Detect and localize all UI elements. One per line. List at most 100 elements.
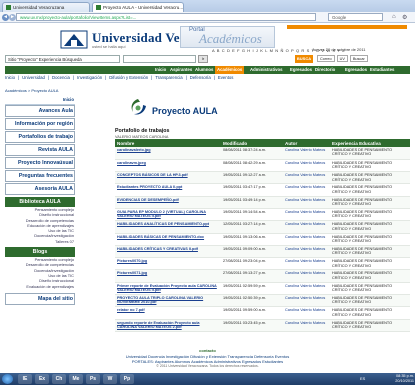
file-name-link[interactable]: EVIDENCIAS DE DESEMPEÑO.pdf xyxy=(115,196,221,209)
browser-tab[interactable]: Universidad Veracruzana xyxy=(2,2,90,12)
site-search-select[interactable]: Sitio "Proyecto" Experiencia Búsqueda xyxy=(5,55,120,63)
home-icon[interactable]: ⌂ xyxy=(392,14,396,20)
file-name-link[interactable]: HABILIDADES BÁSICAS DE PENSAMIENTO.doc xyxy=(115,233,221,246)
table-row[interactable]: carolinavalerio.jpg 08/08/2011 08:37:24 a… xyxy=(115,147,410,160)
language-indicator[interactable]: ES xyxy=(360,376,365,381)
browser-search-input[interactable]: Google xyxy=(328,13,383,21)
nav-link[interactable]: Difusión y Extensión xyxy=(109,75,148,80)
author-link[interactable]: Carolina Valerio Mateos xyxy=(283,269,330,283)
blog-link[interactable]: Evaluación de aprendizajes xyxy=(5,284,75,289)
column-header-modified[interactable]: Modificado xyxy=(221,139,283,147)
nav-link[interactable]: Defensoría xyxy=(190,75,211,80)
table-row[interactable]: segundo reporte de Evaluación Proyecto a… xyxy=(115,319,410,332)
author-link[interactable]: Carolina Valerio Mateos xyxy=(283,183,330,197)
start-button[interactable] xyxy=(2,374,13,384)
file-name-link[interactable]: CONCEPTOS BÁSICOS DE LA HP.3.pdf xyxy=(115,171,221,185)
portal-nav-item[interactable]: Directorio xyxy=(315,66,335,74)
sidebar-item[interactable]: Asesoría AULA xyxy=(5,183,75,195)
author-link[interactable]: Carolina Valerio Mateos xyxy=(283,319,330,332)
table-row[interactable]: Pictures0070.jpg 27/08/2011 09:23:04 p.m.… xyxy=(115,257,410,271)
file-name-link[interactable]: segundo reporte de Evaluación Proyecto a… xyxy=(115,319,221,332)
taskbar-app-icon[interactable]: IE xyxy=(18,374,32,384)
taskbar-app-icon[interactable]: Ex xyxy=(35,374,49,384)
footer-contact-link[interactable]: contacto xyxy=(0,348,415,353)
author-link[interactable]: Carolina Valerio Mateos xyxy=(283,147,330,160)
gear-icon[interactable]: ⚙ xyxy=(402,14,407,21)
system-clock[interactable]: 08:35 p.m. 20/10/2011 xyxy=(382,374,414,384)
author-link[interactable]: Carolina Valerio Mateos xyxy=(283,171,330,185)
quick-input[interactable]: UV xyxy=(336,55,348,62)
author-link[interactable]: Carolina Valerio Mateos xyxy=(283,306,330,320)
table-row[interactable]: HABILIDADES BÁSICAS DE PENSAMIENTO.doc 19… xyxy=(115,233,410,246)
file-name-link[interactable]: HABILIDADES ANALÍTICAS DE PENSAMIENTO.pp… xyxy=(115,220,221,234)
busca-button[interactable]: BUSCA xyxy=(295,55,313,63)
table-row[interactable]: GUIA PARA EP MODULO 2 (VIRTUAL) CAROLINA… xyxy=(115,208,410,222)
table-row[interactable]: CONCEPTOS BÁSICOS DE LA HP.3.pdf 19/05/20… xyxy=(115,171,410,185)
table-row[interactable]: HABILIDADES CRÍTICAS Y CREATIVAS II.pdf 1… xyxy=(115,245,410,259)
table-row[interactable]: PROYECTO AULA TRIPLO CAROLINA VALERIO NO… xyxy=(115,294,410,308)
sidebar-item-mapa[interactable]: Mapa del sitio xyxy=(5,292,75,305)
alphabet-index[interactable]: A B C D E F G H I J K L M N Ñ O P Q R S … xyxy=(212,48,345,53)
author-link[interactable]: Carolina Valerio Mateos xyxy=(283,196,330,209)
file-name-link[interactable]: Pictures0070.jpg xyxy=(115,257,221,271)
portal-nav-item[interactable]: Egresados xyxy=(290,66,312,74)
portal-nav-item[interactable]: Inicio xyxy=(155,66,166,74)
taskbar-app-icon[interactable]: Pp xyxy=(120,374,134,384)
file-name-link[interactable]: GUIA PARA EP MODULO 2 (VIRTUAL) CAROLINA… xyxy=(115,208,221,222)
author-link[interactable]: Carolina Valerio Mateos xyxy=(283,294,330,308)
url-field[interactable]: www.uv.mx/proyecto-aula/portafolio/ViewI… xyxy=(16,13,316,21)
nav-link[interactable]: Docencia xyxy=(52,75,70,80)
site-search-input[interactable] xyxy=(123,55,196,63)
author-link[interactable]: Carolina Valerio Mateos xyxy=(283,220,330,234)
author-link[interactable]: Carolina Valerio Mateos xyxy=(283,282,330,296)
breadcrumb[interactable]: Académicos > Proyecto AULA xyxy=(5,88,58,93)
table-row[interactable]: Primer reporte de Evaluación Proyecto au… xyxy=(115,282,410,296)
file-name-link[interactable]: relator no 7.pdf xyxy=(115,306,221,320)
column-header-author[interactable]: Autor xyxy=(283,139,330,147)
taskbar-app-icon[interactable]: Me xyxy=(69,374,83,384)
file-name-link[interactable]: PROYECTO AULA TRIPLO CAROLINA VALERIO NO… xyxy=(115,294,221,308)
quick-input[interactable]: Buscar xyxy=(349,55,368,62)
column-header-ee[interactable]: Experiencia Educativa xyxy=(330,139,410,147)
nav-link[interactable]: Eventos xyxy=(218,75,234,80)
taskbar-app-icon[interactable]: Ps xyxy=(86,374,100,384)
sidebar-item[interactable]: Portafolios de trabajo xyxy=(5,131,75,143)
author-link[interactable]: Carolina Valerio Mateos xyxy=(283,233,330,246)
nav-link[interactable]: Inicio xyxy=(5,75,15,80)
file-name-link[interactable]: carolinavalerio.jpg xyxy=(115,147,221,160)
author-link[interactable]: Carolina Valerio Mateos xyxy=(283,208,330,222)
taskbar-app-icon[interactable]: W xyxy=(103,374,117,384)
file-name-link[interactable]: Estudiantes PROYECTO AULA II.ppt xyxy=(115,183,221,197)
sidebar-item[interactable]: Preguntas frecuentes xyxy=(5,170,75,182)
author-link[interactable]: Carolina Valerio Mateos xyxy=(283,159,330,173)
sidebar-item[interactable]: Información por región xyxy=(5,118,75,130)
file-name-link[interactable]: Pictures0071.jpg xyxy=(115,269,221,283)
quick-input[interactable]: Correo xyxy=(317,55,335,62)
table-row[interactable]: carolinavm.jpeg 08/08/2011 08:42:29 a.m. C… xyxy=(115,159,410,173)
nav-link[interactable]: Investigación xyxy=(77,75,102,80)
sidebar-item[interactable]: Proyecto Innovaúsual xyxy=(5,157,75,169)
file-name-link[interactable]: HABILIDADES CRÍTICAS Y CREATIVAS II.pdf xyxy=(115,245,221,259)
column-header-name[interactable]: Nombre xyxy=(115,139,221,147)
author-link[interactable]: Carolina Valerio Mateos xyxy=(283,245,330,259)
biblioteca-link[interactable]: Talleres 07 xyxy=(5,239,75,244)
file-name-link[interactable]: Primer reporte de Evaluación Proyecto au… xyxy=(115,282,221,296)
table-row[interactable]: Pictures0071.jpg 27/08/2011 09:13:27 p.m.… xyxy=(115,269,410,283)
sidebar-item[interactable]: Avances Aula xyxy=(5,105,75,117)
sidebar-item-inicio[interactable]: Inicio xyxy=(5,95,75,105)
portal-nav-item[interactable]: Estudiantes xyxy=(370,66,394,74)
portal-nav-item[interactable]: Egresados xyxy=(345,66,367,74)
file-name-link[interactable]: carolinavm.jpeg xyxy=(115,159,221,173)
table-row[interactable]: Estudiantes PROYECTO AULA II.ppt 19/05/20… xyxy=(115,183,410,197)
table-row[interactable]: EVIDENCIAS DE DESEMPEÑO.pdf 19/05/2011 03… xyxy=(115,196,410,209)
table-row[interactable]: relator no 7.pdf 19/05/2011 09:59:00 a.m.… xyxy=(115,306,410,320)
go-button[interactable]: Ir xyxy=(198,55,208,63)
sidebar-item[interactable]: Revista AULA xyxy=(5,144,75,156)
browser-tab-active[interactable]: Proyecto AULA - Universidad Veracru... xyxy=(92,2,184,12)
forward-icon[interactable]: ► xyxy=(9,14,16,21)
table-row[interactable]: HABILIDADES ANALÍTICAS DE PENSAMIENTO.pp… xyxy=(115,220,410,234)
author-link[interactable]: Carolina Valerio Mateos xyxy=(283,257,330,271)
back-icon[interactable]: ◄ xyxy=(2,14,9,21)
portal-nav-item-selected[interactable]: Académicos xyxy=(215,66,245,74)
nav-link[interactable]: Universidad xyxy=(22,75,45,80)
